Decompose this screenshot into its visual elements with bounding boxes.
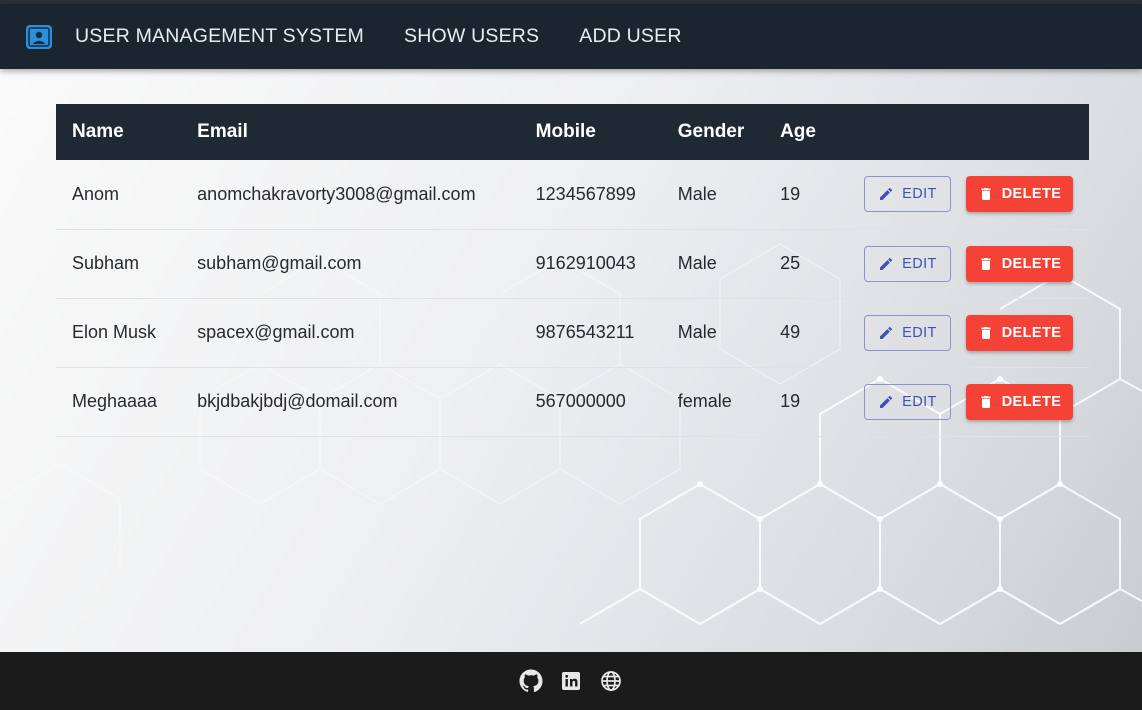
cell-name: Elon Musk [72, 322, 157, 342]
pencil-icon [880, 188, 893, 201]
app-title-link[interactable]: USER MANAGEMENT SYSTEM [75, 25, 364, 48]
cell-gender: female [677, 391, 732, 411]
pencil-icon [880, 395, 893, 408]
header-actions [848, 104, 1089, 160]
edit-label: EDIT [902, 186, 937, 203]
trash-icon [981, 188, 991, 201]
table-row: Meghaaaa bkjdbakjbdj@domail.com 56700000… [56, 367, 1089, 436]
cell-mobile: 1234567899 [535, 183, 636, 204]
cell-gender: Male [677, 253, 717, 273]
delete-label: DELETE [1001, 186, 1062, 203]
delete-button[interactable]: DELETE [966, 245, 1073, 282]
cell-mobile: 9162910043 [535, 253, 636, 273]
cell-actions: EDIT DELETE [848, 298, 1089, 367]
github-icon[interactable] [519, 669, 543, 693]
cell-email: bkjdbakjbdj@domail.com [197, 391, 398, 411]
delete-label: DELETE [1001, 324, 1062, 341]
cell-gender: Male [677, 183, 717, 204]
header-gender: Gender [677, 121, 745, 142]
cell-actions: EDIT DELETE [848, 367, 1089, 436]
header-age: Age [780, 121, 816, 142]
cell-mobile: 567000000 [535, 391, 626, 411]
cell-name: Meghaaaa [72, 391, 158, 411]
nav-add-user[interactable]: ADD USER [579, 25, 681, 48]
users-table: Name Email Mobile Gender Age Anom anomch… [56, 104, 1089, 437]
edit-button[interactable]: EDIT [863, 314, 951, 351]
trash-icon [981, 326, 991, 339]
delete-label: DELETE [1001, 393, 1062, 410]
cell-actions: EDIT DELETE [848, 229, 1089, 298]
pencil-icon [880, 326, 893, 339]
pencil-icon [880, 257, 893, 270]
header-email: Email [197, 121, 248, 142]
header-mobile: Mobile [535, 121, 596, 142]
delete-button[interactable]: DELETE [966, 176, 1073, 213]
edit-label: EDIT [902, 324, 937, 341]
table-row: Anom anomchakravorty3008@gmail.com 12345… [56, 160, 1089, 229]
cell-email: subham@gmail.com [197, 253, 362, 273]
edit-label: EDIT [902, 255, 937, 272]
users-table-container: Name Email Mobile Gender Age Anom anomch… [56, 104, 1089, 437]
nav-show-users[interactable]: SHOW USERS [404, 25, 539, 48]
globe-icon[interactable] [599, 669, 623, 693]
cell-email: spacex@gmail.com [197, 322, 355, 342]
cell-age: 19 [780, 183, 801, 204]
cell-actions: EDIT DELETE [848, 160, 1089, 229]
edit-label: EDIT [902, 393, 937, 410]
delete-button[interactable]: DELETE [966, 383, 1073, 420]
cell-age: 49 [780, 322, 801, 342]
cell-name: Subham [72, 253, 140, 273]
cell-gender: Male [677, 322, 717, 342]
delete-button[interactable]: DELETE [966, 314, 1073, 351]
header-name: Name [72, 121, 124, 142]
table-row: Subham subham@gmail.com 9162910043 Male … [56, 229, 1089, 298]
edit-button[interactable]: EDIT [863, 176, 951, 213]
account-box-icon[interactable] [26, 24, 52, 49]
cell-name: Anom [72, 183, 120, 204]
table-row: Elon Musk spacex@gmail.com 9876543211 Ma… [56, 298, 1089, 367]
edit-button[interactable]: EDIT [863, 383, 951, 420]
edit-button[interactable]: EDIT [863, 245, 951, 282]
table-header-row: Name Email Mobile Gender Age [56, 104, 1089, 160]
delete-label: DELETE [1001, 255, 1062, 272]
cell-age: 19 [780, 391, 801, 411]
cell-email: anomchakravorty3008@gmail.com [197, 183, 476, 204]
trash-icon [981, 257, 991, 270]
app-bar: USER MANAGEMENT SYSTEM SHOW USERS ADD US… [0, 4, 1142, 69]
trash-icon [981, 395, 991, 408]
footer [0, 652, 1142, 710]
cell-mobile: 9876543211 [535, 322, 635, 342]
linkedin-icon[interactable] [559, 669, 583, 693]
cell-age: 25 [780, 253, 801, 273]
